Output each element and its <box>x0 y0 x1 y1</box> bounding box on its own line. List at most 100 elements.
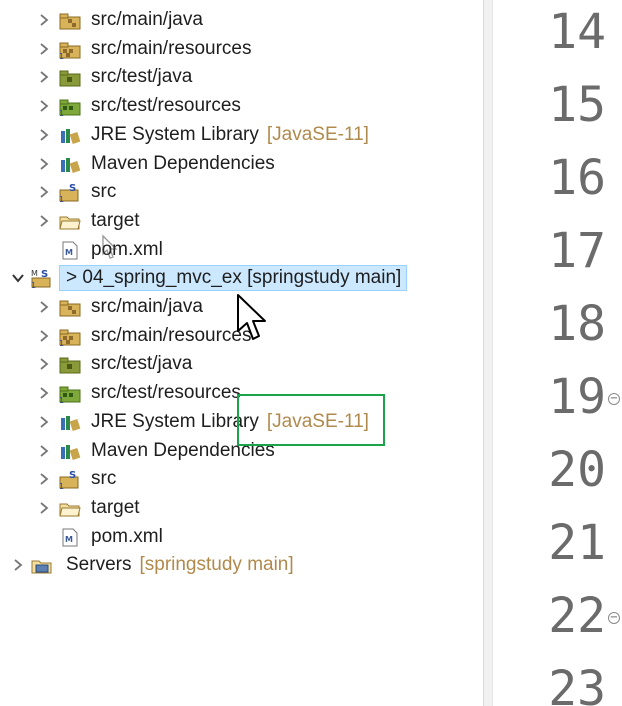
chevron-right-icon[interactable] <box>36 323 52 349</box>
maven-project-icon: MS1 <box>31 268 53 290</box>
tree-item[interactable]: Mpom.xml <box>0 524 483 550</box>
line-number: 22 <box>548 588 606 644</box>
mouse-pointer-icon <box>102 234 118 259</box>
svg-text:M: M <box>65 248 73 257</box>
tree-item[interactable]: target <box>0 495 483 521</box>
fold-collapse-icon[interactable]: − <box>608 393 620 405</box>
chevron-right-icon[interactable] <box>36 438 52 464</box>
tree-item[interactable]: Mpom.xml <box>0 237 483 263</box>
line-number: 23 <box>548 661 606 706</box>
line-number: 14 <box>548 4 606 60</box>
java-package-folder-icon <box>59 10 81 30</box>
tree-item-label: target <box>91 208 140 234</box>
svg-text:M: M <box>65 535 73 544</box>
servers-folder-icon <box>31 555 53 575</box>
chevron-right-icon[interactable] <box>36 93 52 119</box>
chevron-right-icon[interactable] <box>36 380 52 406</box>
library-icon <box>59 125 81 145</box>
java-package-folder-icon <box>59 297 81 317</box>
tree-item-label: src <box>91 466 116 492</box>
mouse-pointer-icon <box>237 294 266 340</box>
decoration-label: [springstudy main] <box>139 554 294 576</box>
tree-item[interactable]: S 1 src <box>0 466 483 492</box>
tree-item-label: Maven Dependencies <box>91 151 275 177</box>
svg-text:1: 1 <box>59 109 64 116</box>
chevron-right-icon[interactable] <box>36 36 52 62</box>
chevron-right-icon[interactable] <box>36 495 52 521</box>
chevron-right-icon[interactable] <box>36 208 52 234</box>
tree-item-text: > 04_spring_mvc_ex [springstudy main] <box>66 267 402 289</box>
line-number: 16 <box>548 150 606 206</box>
package-explorer: src/main/java 1 src/main/resources src/test… <box>0 0 483 706</box>
chevron-right-icon[interactable] <box>36 351 52 377</box>
svg-text:1: 1 <box>59 482 64 489</box>
tree-item[interactable]: M S 1 > 04_spring_mvc_ex [springstudy main] <box>0 265 483 292</box>
tree-item-text: src/test/java <box>91 353 193 375</box>
chevron-right-icon[interactable] <box>36 294 52 320</box>
test-resource-folder-icon: 1 <box>59 96 81 118</box>
tree-item-label: target <box>91 495 140 521</box>
tree-item-label: src/test/resources <box>91 380 241 406</box>
tree-item[interactable]: src/main/java <box>0 7 483 33</box>
test-java-folder-icon <box>59 354 81 374</box>
tree-item[interactable]: JRE System Library [JavaSE-11] <box>0 122 483 148</box>
chevron-right-icon[interactable] <box>10 552 26 578</box>
chevron-right-icon[interactable] <box>36 7 52 33</box>
line-number: 19 <box>548 369 606 425</box>
tree-item-text: src/main/resources <box>91 37 252 59</box>
tree-item[interactable]: Maven Dependencies <box>0 151 483 177</box>
tree-item-text: src/test/resources <box>91 382 241 404</box>
sash-divider[interactable] <box>483 0 493 706</box>
line-number: 18 <box>548 296 606 352</box>
tree-item-text: target <box>91 209 140 231</box>
library-icon <box>59 412 81 432</box>
tree-item-label: src/main/java <box>91 294 203 320</box>
decoration-label: [JavaSE-11] <box>266 123 369 145</box>
line-number: 17 <box>548 223 606 279</box>
tree-item-label: pom.xml <box>91 524 163 550</box>
folder-icon <box>59 498 81 518</box>
editor-line-gutter: 14 15 16 17 18 19−20 21 22−23 <box>493 0 622 706</box>
tree-item-label: src/test/java <box>91 351 192 377</box>
tree-item[interactable]: src/test/java <box>0 64 483 90</box>
tree-item-text: src/main/java <box>91 296 203 317</box>
svg-text:M: M <box>31 269 38 278</box>
svg-text:1: 1 <box>31 281 36 288</box>
svg-text:1: 1 <box>59 195 64 202</box>
chevron-right-icon[interactable] <box>36 409 52 435</box>
tree-item-label: JRE System Library [JavaSE-11] <box>91 122 369 148</box>
svg-text:S: S <box>69 183 76 194</box>
tree-item-label: Servers [springstudy main] <box>66 552 294 578</box>
xml-file-icon: M <box>59 527 81 547</box>
tree-item-text: target <box>91 496 140 518</box>
tree-item-label: src/test/java <box>91 64 192 90</box>
chevron-right-icon[interactable] <box>36 64 52 90</box>
tree-item[interactable]: Servers [springstudy main] <box>0 552 483 578</box>
chevron-right-icon[interactable] <box>36 466 52 492</box>
svg-text:S: S <box>69 470 76 481</box>
tree-item[interactable]: S 1 src <box>0 179 483 205</box>
chevron-right-icon[interactable] <box>36 151 52 177</box>
source-folder-icon: S1 <box>59 182 81 204</box>
line-number: 15 <box>548 77 606 133</box>
resource-folder-icon: 1 <box>59 39 81 61</box>
tree-item-text: pom.xml <box>91 525 163 547</box>
tree-item[interactable]: src/test/java <box>0 351 483 377</box>
tree-item[interactable]: 1 src/main/resources <box>0 36 483 62</box>
svg-text:1: 1 <box>59 396 64 403</box>
tree-item[interactable]: 1 src/test/resources <box>0 93 483 119</box>
line-number: 20 <box>548 442 606 498</box>
fold-collapse-icon[interactable]: − <box>608 612 620 624</box>
tree-item-text: Servers <box>66 554 132 576</box>
source-folder-icon: S1 <box>59 469 81 491</box>
svg-text:1: 1 <box>59 339 64 346</box>
chevron-right-icon[interactable] <box>36 122 52 148</box>
chevron-down-icon[interactable] <box>10 265 26 291</box>
tree-item-text: src <box>91 181 117 203</box>
library-icon <box>59 441 81 461</box>
chevron-right-icon[interactable] <box>36 179 52 205</box>
tree-item-label: src/main/java <box>91 7 203 33</box>
tree-item[interactable]: target <box>0 208 483 234</box>
tree-item-text: Maven Dependencies <box>91 152 275 174</box>
tree-item-label: src/main/resources <box>91 36 252 62</box>
